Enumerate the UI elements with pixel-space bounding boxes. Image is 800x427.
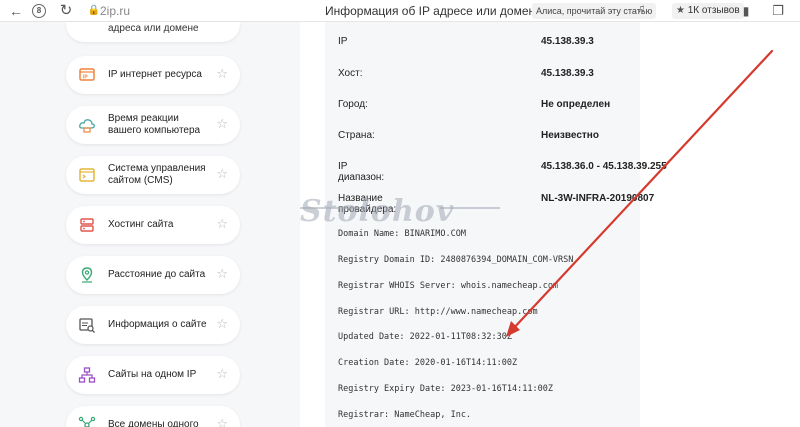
red-arrow-annotation (506, 49, 774, 337)
